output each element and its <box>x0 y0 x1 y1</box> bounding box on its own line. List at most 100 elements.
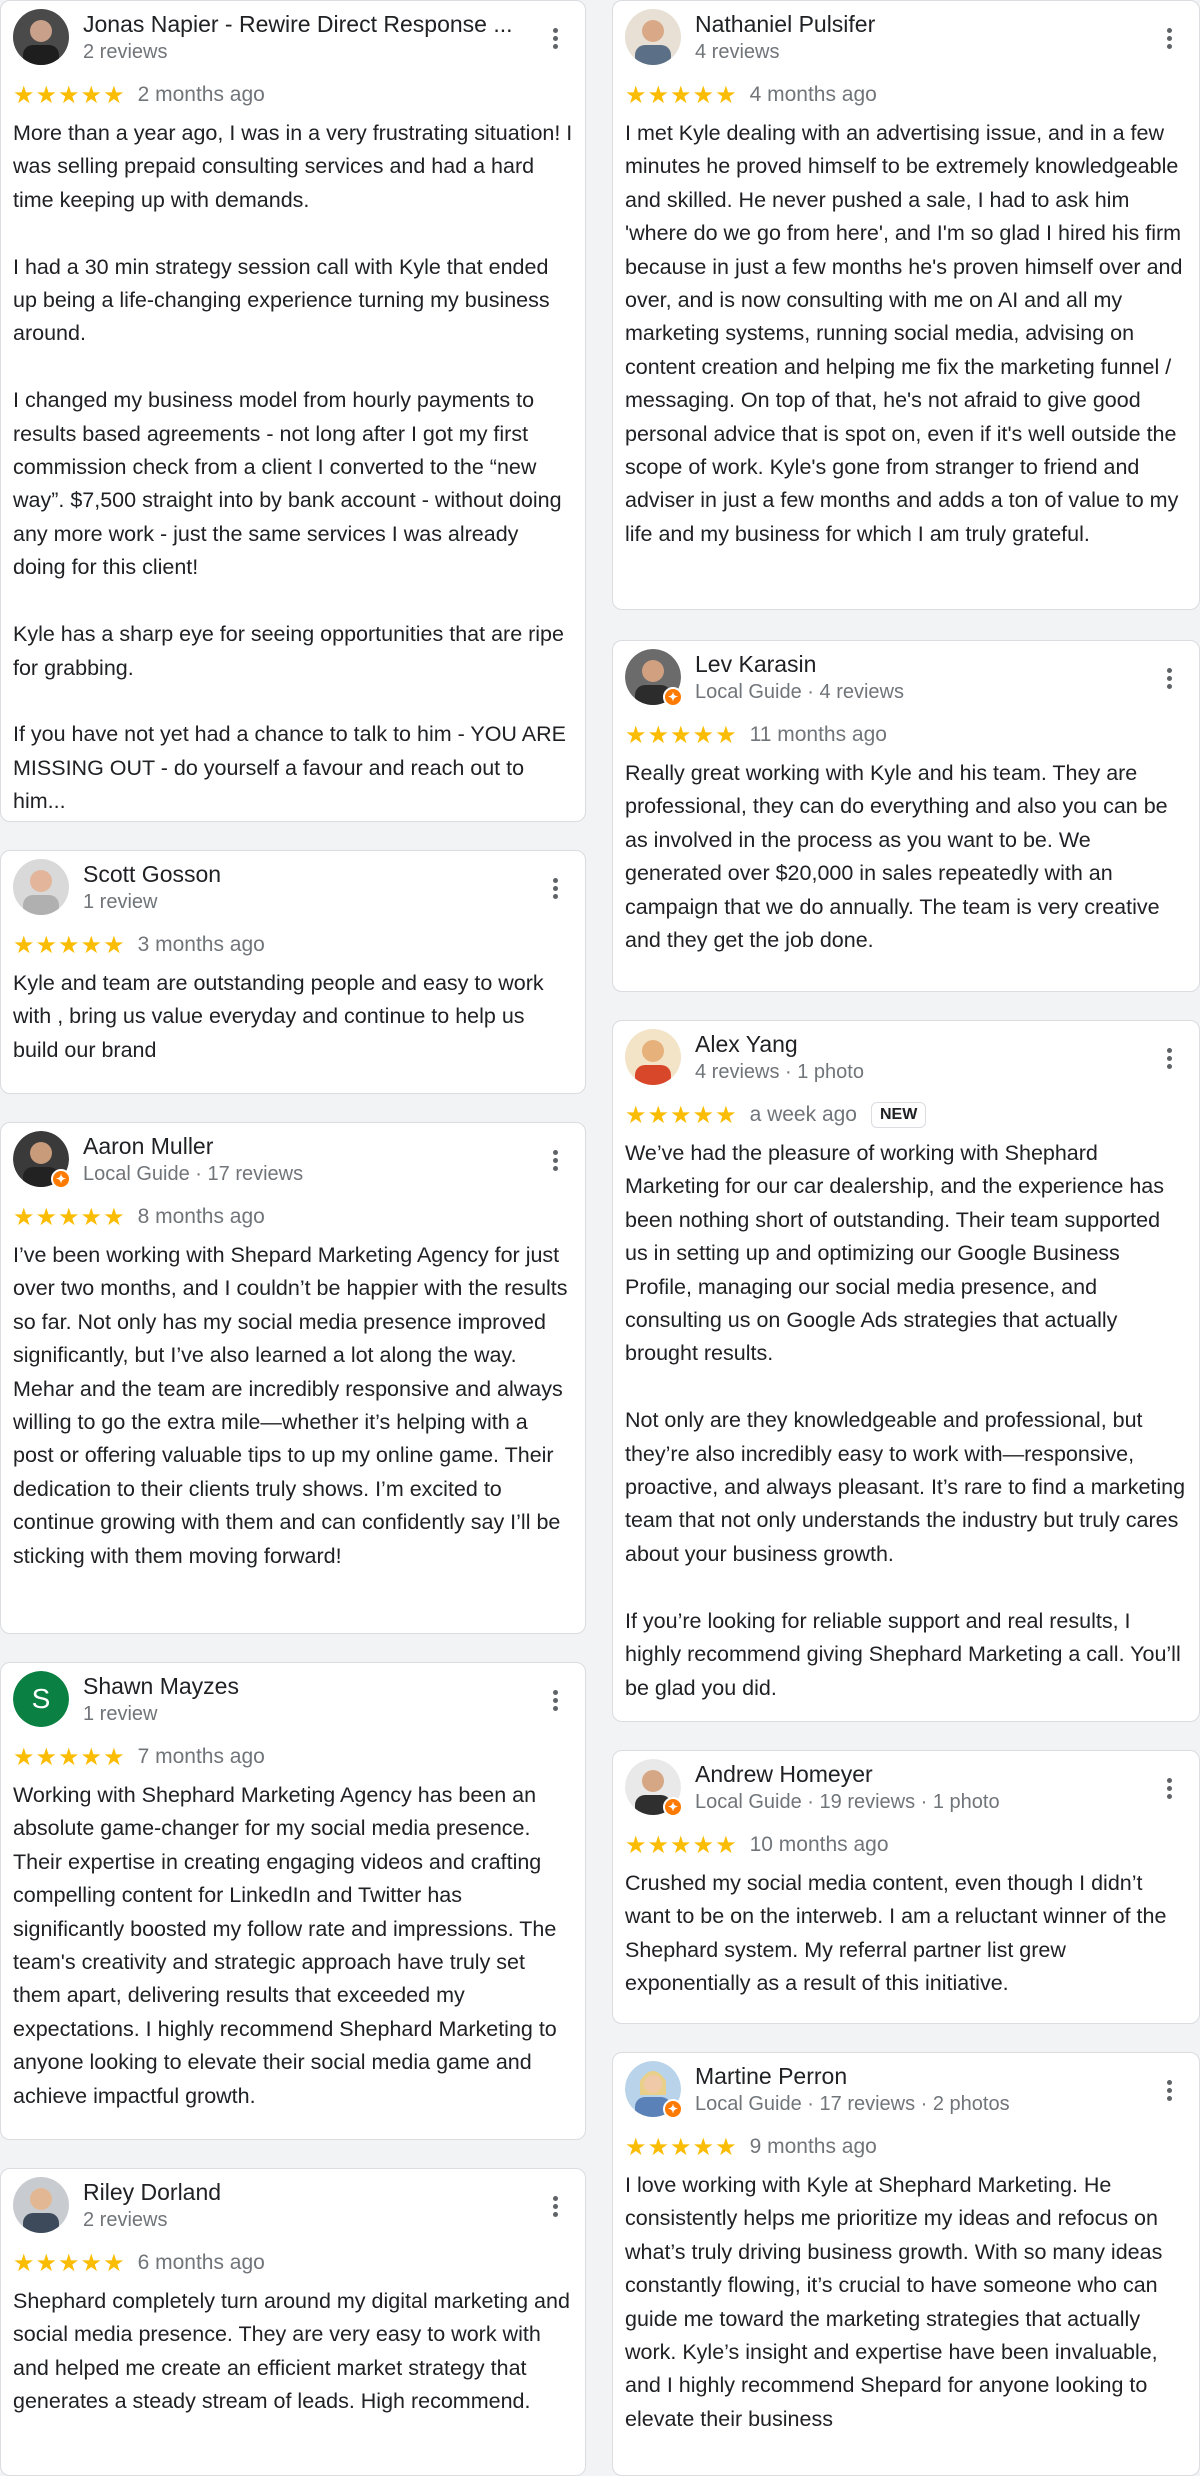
reviewer-name[interactable]: Alex Yang <box>695 1031 1137 1058</box>
rating-row: ★★★★★ 4 months ago <box>625 75 1187 115</box>
review-card: Riley Dorland 2 reviews ★★★★★ 6 months a… <box>0 2168 586 2476</box>
rating-row: ★★★★★ 11 months ago <box>625 715 1187 755</box>
reviewer-meta: 2 reviews <box>83 2209 168 2231</box>
review-header: ✦ Andrew Homeyer Local Guide · 19 review… <box>625 1751 1187 1825</box>
more-options-icon[interactable] <box>1157 2077 1181 2107</box>
rating-row: ★★★★★ 2 months ago <box>13 75 573 115</box>
more-options-icon[interactable] <box>543 25 567 55</box>
review-text: Really great working with Kyle and his t… <box>625 761 1168 953</box>
review-time: 4 months ago <box>749 83 877 106</box>
review-time: 3 months ago <box>137 933 265 956</box>
rating-row: ★★★★★ 8 months ago <box>13 1197 573 1237</box>
avatar[interactable] <box>13 2177 69 2233</box>
reviewer-name[interactable]: Aaron Muller <box>83 1133 523 1160</box>
rating-row: ★★★★★ 3 months ago <box>13 925 573 965</box>
avatar[interactable]: S <box>13 1671 69 1727</box>
review-header: ✦ Martine Perron Local Guide · 17 review… <box>625 2053 1187 2127</box>
review-card: Alex Yang 4 reviews · 1 photo ★★★★★ a we… <box>612 1020 1200 1722</box>
review-card: ✦ Martine Perron Local Guide · 17 review… <box>612 2052 1200 2476</box>
avatar-letter: S <box>13 1671 69 1727</box>
review-header: Scott Gosson 1 review <box>13 851 573 925</box>
more-options-icon[interactable] <box>543 1147 567 1177</box>
reviewer-name[interactable]: Lev Karasin <box>695 651 1137 678</box>
review-header: ✦ Lev Karasin Local Guide · 4 reviews <box>625 641 1187 715</box>
review-header: Riley Dorland 2 reviews <box>13 2169 573 2243</box>
review-text: Working with Shephard Marketing Agency h… <box>13 1783 557 2108</box>
avatar[interactable] <box>625 9 681 65</box>
avatar[interactable] <box>13 859 69 915</box>
review-header: Alex Yang 4 reviews · 1 photo <box>625 1021 1187 1095</box>
star-rating: ★★★★★ <box>625 81 738 109</box>
reviewer-name[interactable]: Martine Perron <box>695 2063 1137 2090</box>
new-badge: NEW <box>871 1102 927 1128</box>
avatar[interactable]: ✦ <box>625 2061 683 2119</box>
avatar[interactable]: ✦ <box>13 1131 71 1189</box>
star-rating: ★★★★★ <box>625 1831 738 1859</box>
review-text: I’ve been working with Shepard Marketing… <box>13 1243 568 1568</box>
reviewer-name[interactable]: Shawn Mayzes <box>83 1673 523 1700</box>
reviewer-meta: Local Guide · 19 reviews · 1 photo <box>695 1791 1000 1813</box>
avatar[interactable]: ✦ <box>625 649 683 707</box>
avatar[interactable] <box>13 9 69 65</box>
more-options-icon[interactable] <box>1157 1775 1181 1805</box>
review-text: More than a year ago, I was in a very fr… <box>13 121 573 814</box>
more-options-icon[interactable] <box>1157 25 1181 55</box>
rating-row: ★★★★★ a week ago NEW <box>625 1095 1187 1135</box>
review-time: 9 months ago <box>749 2135 877 2158</box>
reviewer-name[interactable]: Scott Gosson <box>83 861 523 888</box>
review-card: ✦ Andrew Homeyer Local Guide · 19 review… <box>612 1750 1200 2024</box>
review-time: a week ago <box>749 1103 857 1126</box>
review-header: Nathaniel Pulsifer 4 reviews <box>625 1 1187 75</box>
more-options-icon[interactable] <box>543 1687 567 1717</box>
reviewer-meta: 1 review <box>83 1703 158 1725</box>
review-card: Scott Gosson 1 review ★★★★★ 3 months ago… <box>0 850 586 1094</box>
review-text: I met Kyle dealing with an advertising i… <box>625 121 1183 546</box>
more-options-icon[interactable] <box>1157 665 1181 695</box>
rating-row: ★★★★★ 9 months ago <box>625 2127 1187 2167</box>
star-rating: ★★★★★ <box>13 1203 126 1231</box>
review-time: 7 months ago <box>137 1745 265 1768</box>
rating-row: ★★★★★ 7 months ago <box>13 1737 573 1777</box>
more-options-icon[interactable] <box>1157 1045 1181 1075</box>
star-rating: ★★★★★ <box>625 721 738 749</box>
review-card: ✦ Lev Karasin Local Guide · 4 reviews ★★… <box>612 640 1200 992</box>
review-header: S Shawn Mayzes 1 review <box>13 1663 573 1737</box>
review-card: ✦ Aaron Muller Local Guide · 17 reviews … <box>0 1122 586 1634</box>
reviewer-name[interactable]: Jonas Napier - Rewire Direct Response ..… <box>83 11 523 38</box>
avatar[interactable]: ✦ <box>625 1759 683 1817</box>
reviewer-name[interactable]: Andrew Homeyer <box>695 1761 1137 1788</box>
more-options-icon[interactable] <box>543 875 567 905</box>
review-time: 8 months ago <box>137 1205 265 1228</box>
review-text: Shephard completely turn around my digit… <box>13 2289 570 2414</box>
review-header: ✦ Aaron Muller Local Guide · 17 reviews <box>13 1123 573 1197</box>
star-rating: ★★★★★ <box>13 931 126 959</box>
local-guide-badge-icon: ✦ <box>663 1797 683 1817</box>
star-rating: ★★★★★ <box>13 81 126 109</box>
review-card: Jonas Napier - Rewire Direct Response ..… <box>0 0 586 822</box>
review-time: 11 months ago <box>749 723 887 746</box>
more-options-icon[interactable] <box>543 2193 567 2223</box>
reviewer-meta: Local Guide · 17 reviews <box>83 1163 304 1185</box>
review-text: We’ve had the pleasure of working with S… <box>625 1141 1186 1700</box>
review-text: Kyle and team are outstanding people and… <box>13 971 544 1062</box>
reviewer-meta: 4 reviews <box>695 41 780 63</box>
review-time: 6 months ago <box>137 2251 265 2274</box>
reviewer-meta: Local Guide · 4 reviews <box>695 681 904 703</box>
reviewer-meta: 1 review <box>83 891 158 913</box>
reviewer-name[interactable]: Riley Dorland <box>83 2179 523 2206</box>
star-rating: ★★★★★ <box>13 2249 126 2277</box>
reviewer-meta: 4 reviews · 1 photo <box>695 1061 864 1083</box>
review-time: 2 months ago <box>137 83 265 106</box>
avatar[interactable] <box>625 1029 681 1085</box>
local-guide-badge-icon: ✦ <box>663 687 683 707</box>
reviewer-meta: 2 reviews <box>83 41 168 63</box>
review-header: Jonas Napier - Rewire Direct Response ..… <box>13 1 573 75</box>
local-guide-badge-icon: ✦ <box>51 1169 71 1189</box>
star-rating: ★★★★★ <box>625 1101 738 1129</box>
reviewer-meta: Local Guide · 17 reviews · 2 photos <box>695 2093 1010 2115</box>
rating-row: ★★★★★ 10 months ago <box>625 1825 1187 1865</box>
local-guide-badge-icon: ✦ <box>663 2099 683 2119</box>
review-card: S Shawn Mayzes 1 review ★★★★★ 7 months a… <box>0 1662 586 2140</box>
review-time: 10 months ago <box>749 1833 889 1856</box>
reviewer-name[interactable]: Nathaniel Pulsifer <box>695 11 1137 38</box>
